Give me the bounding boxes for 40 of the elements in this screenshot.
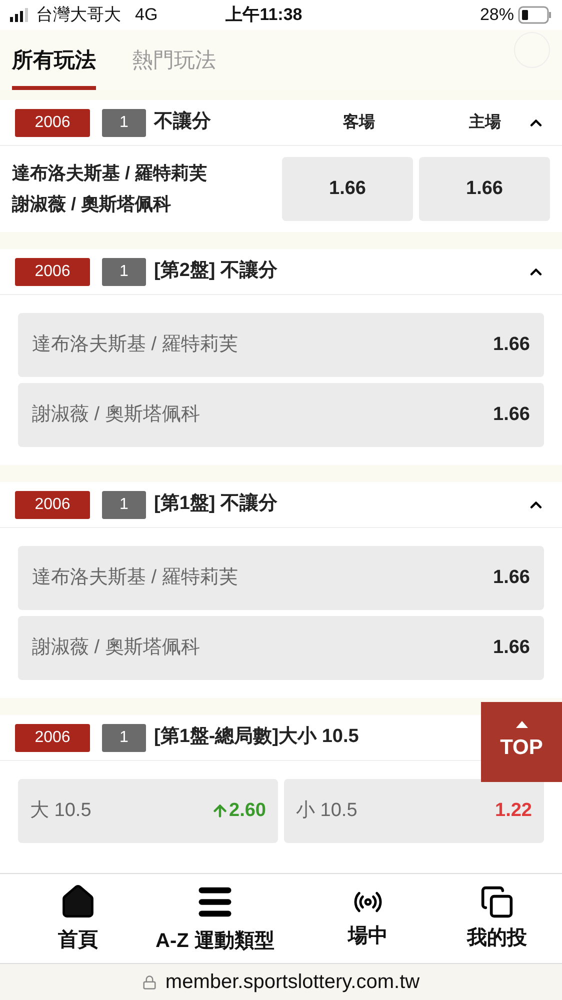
nav-item[interactable]: 首頁 bbox=[28, 874, 128, 963]
market-number-badge: 1 bbox=[102, 108, 146, 136]
nav-item[interactable]: A-Z 運動類型 bbox=[140, 874, 290, 963]
tab[interactable]: 所有玩法 bbox=[12, 44, 96, 90]
event-code-badge: 2006 bbox=[15, 258, 90, 286]
market-number-badge: 1 bbox=[102, 258, 146, 286]
event-code-badge: 2006 bbox=[15, 724, 90, 752]
participant-name: 謝淑薇 / 奧斯塔佩科 bbox=[12, 193, 172, 216]
nav-item[interactable]: 場中 bbox=[318, 874, 418, 963]
carrier-name: 台灣大哥大 bbox=[36, 4, 121, 26]
network-type: 4G bbox=[135, 4, 158, 26]
odds-option-button[interactable]: 謝淑薇 / 奧斯塔佩科 1.66 bbox=[18, 616, 544, 680]
battery-percent: 28% bbox=[480, 4, 514, 26]
market-title: [第1盤-總局數]大小 10.5 bbox=[154, 725, 359, 750]
odds-button[interactable]: 1.66 bbox=[282, 157, 413, 221]
back-to-top-button[interactable]: TOP bbox=[481, 702, 562, 782]
odds-option-button[interactable]: 小 10.5 1.22 bbox=[284, 779, 544, 843]
documents-icon bbox=[480, 884, 514, 918]
event-code-badge: 2006 bbox=[15, 490, 90, 518]
participant-name: 達布洛夫斯基 / 羅特莉芙 bbox=[12, 162, 208, 185]
market-title: 不讓分 bbox=[154, 110, 211, 134]
market-title: [第2盤] 不讓分 bbox=[154, 258, 278, 284]
lock-icon bbox=[142, 974, 158, 990]
market-number-badge: 1 bbox=[102, 490, 146, 518]
battery-icon bbox=[518, 6, 552, 24]
event-code-badge: 2006 bbox=[15, 108, 90, 136]
market-title: [第1盤] 不讓分 bbox=[154, 492, 278, 516]
odds-option-button[interactable]: 達布洛夫斯基 / 羅特莉芙 1.66 bbox=[18, 313, 544, 377]
url-text: member.sportslottery.com.tw bbox=[165, 970, 420, 995]
market-number-badge: 1 bbox=[102, 724, 146, 752]
odds-option-button[interactable]: 達布洛夫斯基 / 羅特莉芙 1.66 bbox=[18, 546, 544, 610]
column-header: 主場 bbox=[468, 112, 502, 132]
odds-option-button[interactable]: 大 10.5 2.60 bbox=[18, 779, 278, 843]
signal-icon bbox=[10, 8, 30, 22]
odds-option-button[interactable]: 謝淑薇 / 奧斯塔佩科 1.66 bbox=[18, 383, 544, 447]
nav-item[interactable]: 我的投 bbox=[452, 874, 542, 963]
clock: 上午11:38 bbox=[226, 4, 302, 26]
odds-button[interactable]: 1.66 bbox=[419, 157, 550, 221]
caret-up-icon bbox=[516, 720, 528, 728]
column-header: 客場 bbox=[342, 112, 376, 132]
